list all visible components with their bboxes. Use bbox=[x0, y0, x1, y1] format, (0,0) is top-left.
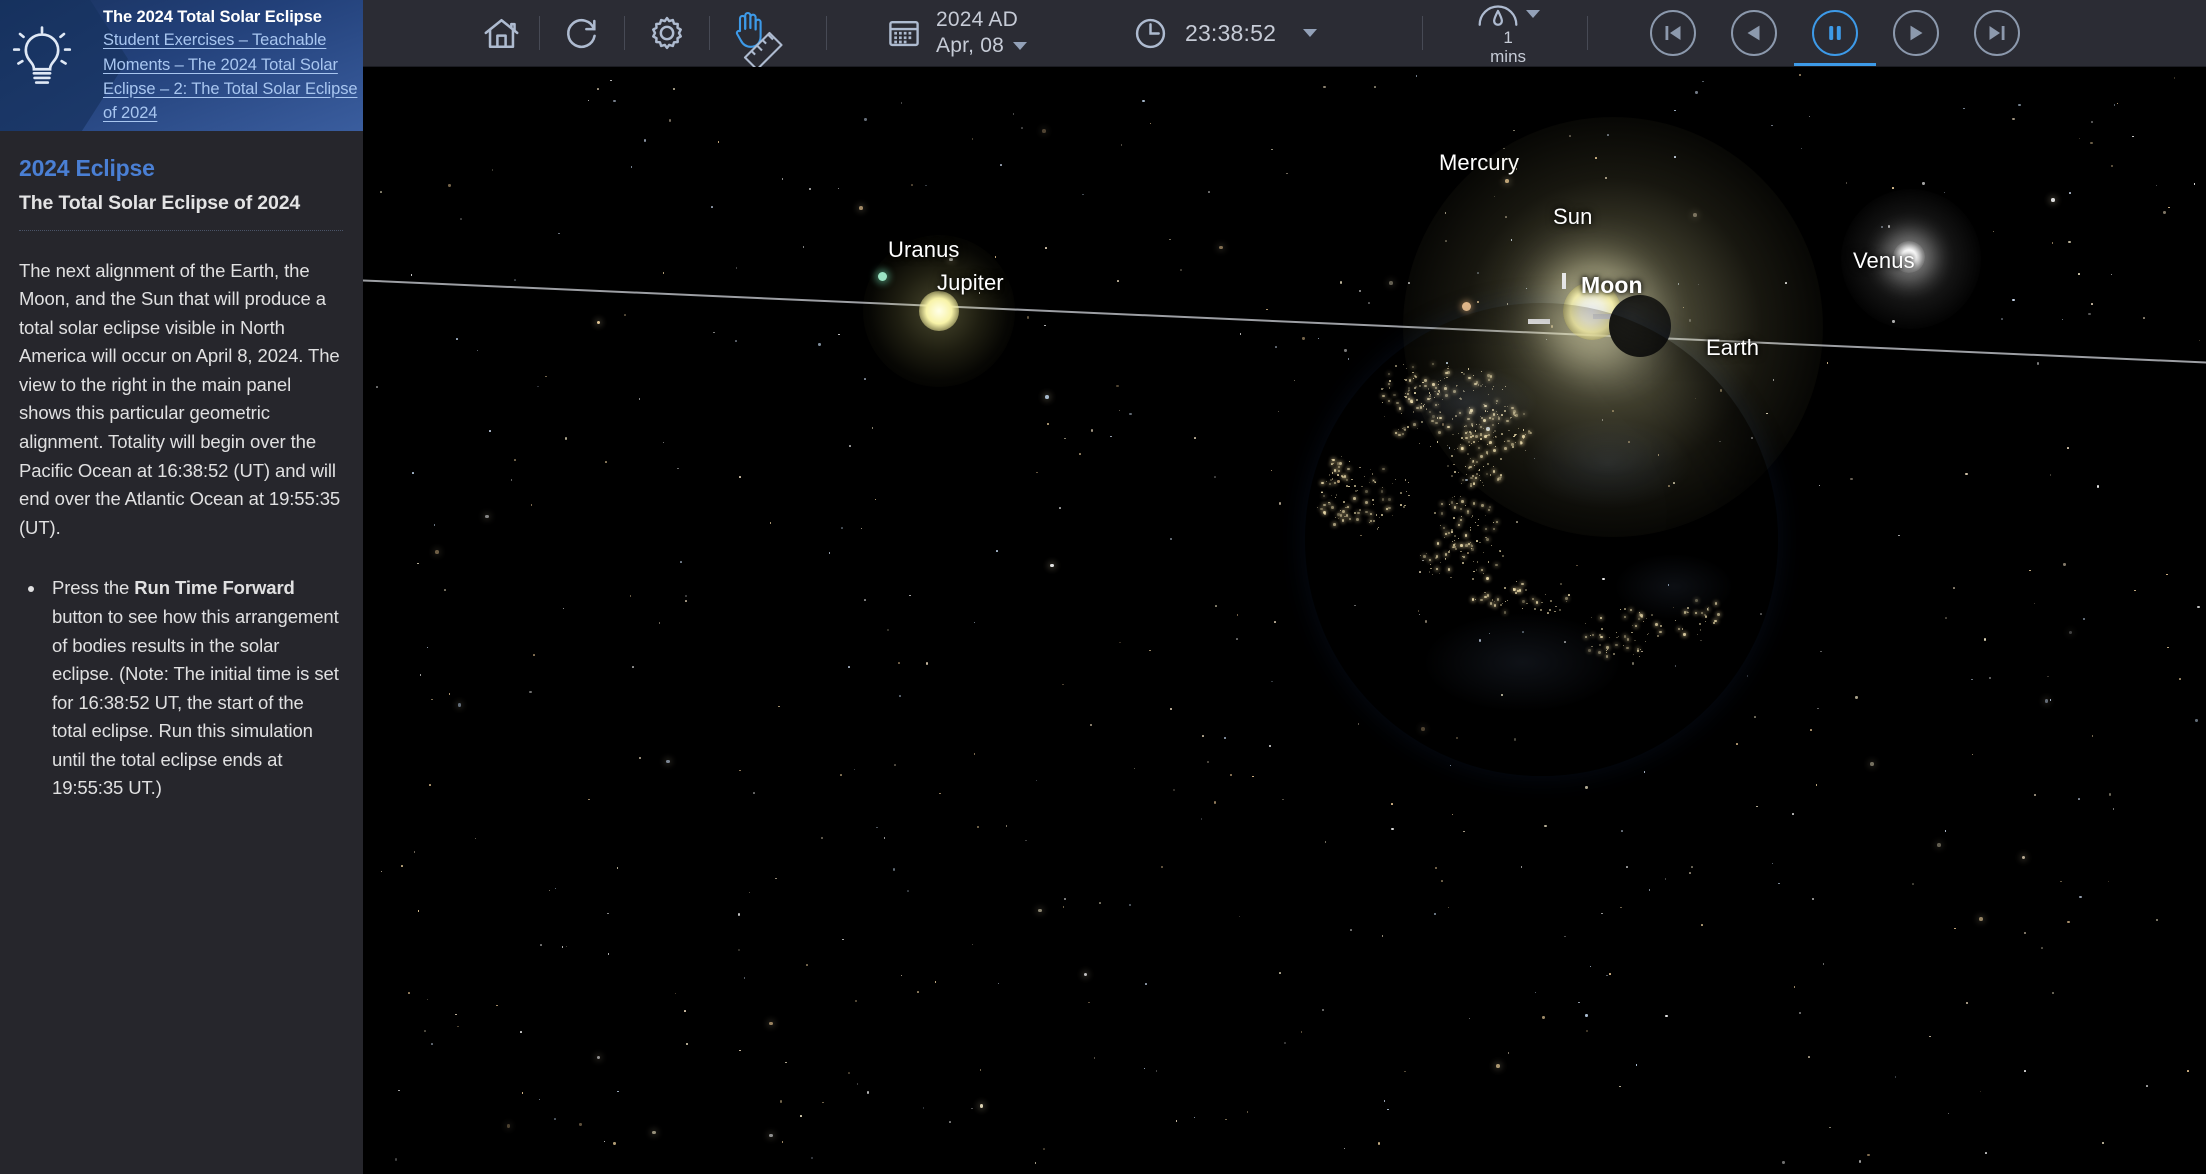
active-tool-indicator bbox=[1794, 63, 1877, 66]
speed-gauge-icon bbox=[1478, 5, 1518, 26]
date-year: 2024 AD bbox=[936, 7, 1018, 31]
chevron-down-icon[interactable] bbox=[1012, 42, 1027, 51]
sky-view[interactable]: Uranus Jupiter Mercury Sun Moon Venus Ea… bbox=[363, 67, 2206, 1174]
chevron-down-icon[interactable] bbox=[1526, 9, 1541, 18]
run-time-forward-button[interactable] bbox=[1893, 10, 1940, 56]
breadcrumb[interactable]: Student Exercises – Teachable Moments – … bbox=[103, 28, 363, 125]
reset-button[interactable] bbox=[540, 0, 624, 67]
toolbar-divider bbox=[1587, 16, 1589, 50]
toolbar-divider bbox=[826, 16, 827, 50]
label-sun: Sun bbox=[1553, 204, 1593, 229]
clock-icon bbox=[1135, 18, 1166, 48]
pause-icon bbox=[1829, 26, 1841, 40]
time-speed-selector[interactable]: 1 mins bbox=[1459, 0, 1557, 66]
moon-marker bbox=[1562, 273, 1566, 289]
instruction-list: Press the Run Time Forward button to see… bbox=[19, 574, 343, 803]
label-moon: Moon bbox=[1581, 272, 1643, 298]
ruler-icon bbox=[743, 31, 783, 71]
home-button[interactable] bbox=[463, 0, 539, 67]
reverse-icon bbox=[1747, 25, 1760, 41]
sidebar-header-text: The 2024 Total Solar Eclipse Student Exe… bbox=[103, 0, 363, 131]
date-day: Apr, 08 bbox=[936, 34, 1004, 57]
lesson-paragraph: The next alignment of the Earth, the Moo… bbox=[19, 259, 341, 538]
time-selector[interactable]: 23:38:52 bbox=[1133, 16, 1318, 51]
skip-to-end-icon bbox=[1989, 26, 2005, 40]
play-icon bbox=[1910, 25, 1923, 41]
refresh-icon bbox=[566, 18, 596, 48]
date-selector[interactable]: 2024 AD Apr, 08 bbox=[887, 7, 1027, 60]
speed-value: 1 bbox=[1503, 27, 1513, 47]
gear-icon bbox=[652, 16, 682, 50]
label-uranus: Uranus bbox=[888, 237, 960, 262]
list-item: Press the Run Time Forward button to see… bbox=[46, 574, 343, 803]
starry-night-app: The 2024 Total Solar Eclipse Student Exe… bbox=[0, 0, 2206, 1174]
lesson-content: 2024 Eclipse The Total Solar Eclipse of … bbox=[0, 131, 363, 1174]
divider bbox=[19, 229, 343, 231]
lesson-sidebar: The 2024 Total Solar Eclipse Student Exe… bbox=[0, 0, 363, 1174]
time-value: 23:38:52 bbox=[1184, 19, 1277, 46]
sidebar-header: The 2024 Total Solar Eclipse Student Exe… bbox=[0, 0, 363, 131]
lesson-eyebrow: 2024 Eclipse bbox=[19, 155, 155, 181]
toolbar-divider bbox=[1422, 16, 1424, 50]
toolbar: 2024 AD Apr, 08 23:38:52 1 mins bbox=[363, 0, 2206, 71]
uranus-body[interactable] bbox=[878, 272, 887, 281]
stop-time-button[interactable] bbox=[1812, 10, 1859, 56]
pan-measure-tool-group[interactable] bbox=[710, 0, 796, 71]
page-title: The Total Solar Eclipse of 2024 bbox=[19, 191, 301, 214]
instruction-text-after: button to see how this arrangement of bo… bbox=[52, 605, 339, 799]
step-to-start-button[interactable] bbox=[1650, 10, 1697, 56]
earth-body[interactable] bbox=[1305, 303, 1778, 776]
run-time-backward-button[interactable] bbox=[1731, 10, 1778, 56]
jupiter-body[interactable] bbox=[919, 291, 959, 331]
stop-time-wrapper bbox=[1794, 10, 1877, 66]
label-earth: Earth bbox=[1706, 335, 1760, 360]
label-venus: Venus bbox=[1853, 248, 1915, 273]
speed-unit: mins bbox=[1490, 46, 1527, 66]
home-icon bbox=[484, 18, 518, 48]
run-time-forward-emphasis: Run Time Forward bbox=[134, 577, 295, 599]
calendar-icon bbox=[889, 21, 919, 47]
chevron-down-icon[interactable] bbox=[1303, 29, 1318, 37]
main-panel: 2024 AD Apr, 08 23:38:52 1 mins Uranus J… bbox=[363, 0, 2206, 1174]
step-to-end-button[interactable] bbox=[1974, 10, 2021, 56]
settings-button[interactable] bbox=[625, 0, 709, 67]
skip-to-start-icon bbox=[1665, 26, 1681, 40]
label-jupiter: Jupiter bbox=[937, 270, 1004, 295]
instruction-text-before: Press the bbox=[52, 577, 135, 599]
lesson-title: The 2024 Total Solar Eclipse bbox=[103, 8, 322, 26]
